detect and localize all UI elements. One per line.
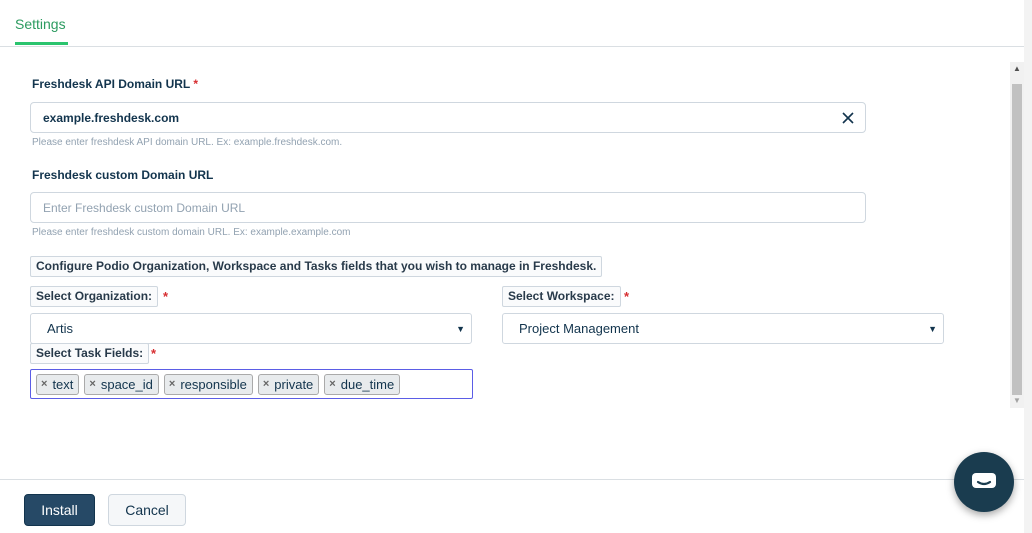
api-domain-label-text: Freshdesk API Domain URL — [32, 77, 191, 91]
required-mark: * — [193, 77, 199, 91]
caret-down-icon: ▼ — [456, 324, 465, 334]
close-icon[interactable] — [841, 111, 855, 125]
required-mark: * — [163, 289, 169, 304]
workspace-label: Select Workspace: — [502, 286, 621, 307]
api-domain-help: Please enter freshdesk API domain URL. E… — [32, 137, 343, 148]
tag-remove-icon[interactable]: × — [169, 378, 175, 390]
custom-domain-help: Please enter freshdesk custom domain URL… — [32, 227, 351, 238]
tag-label: space_id — [100, 376, 153, 392]
required-mark: * — [624, 289, 630, 304]
tag-remove-icon[interactable]: × — [41, 378, 47, 390]
task-field-tag: × private — [257, 373, 320, 395]
workspace-selected-value: Project Management — [519, 321, 639, 336]
custom-domain-input[interactable]: Enter Freshdesk custom Domain URL — [30, 192, 866, 223]
scrollbar-thumb[interactable] — [1012, 84, 1022, 395]
tag-label: responsible — [180, 376, 247, 392]
task-field-tag: × space_id — [84, 373, 159, 395]
tag-label: due_time — [340, 376, 395, 392]
task-fields-multiselect[interactable]: × text × space_id × responsible × privat… — [30, 369, 473, 399]
organization-select[interactable]: Artis ▼ — [30, 313, 472, 344]
caret-down-icon: ▼ — [928, 324, 937, 334]
api-domain-value: example.freshdesk.com — [43, 110, 180, 125]
organization-label: Select Organization: — [30, 286, 159, 307]
task-field-tag: × text — [36, 373, 80, 395]
footer-bar: Install Cancel — [0, 479, 1024, 533]
page-scroll-gutter — [1024, 0, 1032, 533]
custom-domain-label: Freshdesk custom Domain URL — [32, 168, 214, 182]
tag-label: text — [52, 376, 74, 392]
custom-domain-placeholder: Enter Freshdesk custom Domain URL — [43, 200, 246, 215]
install-button[interactable]: Install — [24, 494, 95, 526]
organization-selected-value: Artis — [47, 321, 73, 336]
chat-bubble-icon — [972, 473, 996, 488]
active-tab-indicator — [15, 42, 68, 45]
scroll-up-arrow-icon[interactable]: ▲ — [1010, 64, 1024, 74]
configure-note: Configure Podio Organization, Workspace … — [30, 256, 603, 277]
chat-widget-button[interactable] — [954, 452, 1014, 512]
workspace-select[interactable]: Project Management ▼ — [502, 313, 944, 344]
tab-settings[interactable]: Settings — [15, 16, 66, 32]
scrollbar[interactable]: ▲ ▼ — [1010, 62, 1024, 408]
tag-remove-icon[interactable]: × — [263, 378, 269, 390]
tab-bar: Settings — [0, 0, 1024, 47]
cancel-button[interactable]: Cancel — [108, 494, 186, 526]
required-mark: * — [151, 346, 157, 361]
tag-label: private — [274, 376, 314, 392]
task-field-tag: × responsible — [163, 373, 253, 395]
tag-remove-icon[interactable]: × — [89, 378, 95, 390]
task-fields-label: Select Task Fields: — [30, 343, 150, 364]
task-field-tag: × due_time — [324, 373, 401, 395]
scroll-down-arrow-icon[interactable]: ▼ — [1010, 396, 1024, 406]
api-domain-label: Freshdesk API Domain URL * — [32, 77, 198, 91]
api-domain-input[interactable]: example.freshdesk.com — [30, 102, 866, 133]
tag-remove-icon[interactable]: × — [329, 378, 335, 390]
